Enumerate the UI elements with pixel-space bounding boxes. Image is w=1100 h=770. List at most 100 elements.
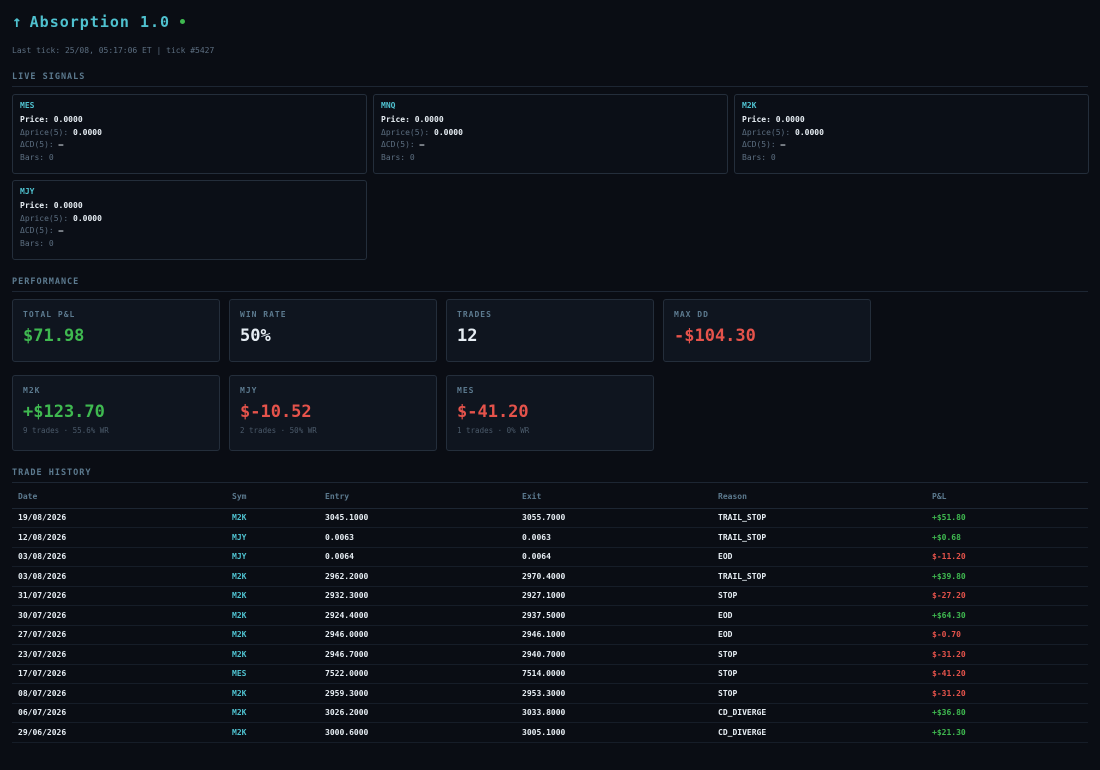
trades-label: TRADES <box>457 310 492 319</box>
cell-date: 31/07/2026 <box>12 586 226 606</box>
cell-pnl: +$21.30 <box>926 722 1088 743</box>
cell-sym: M2K <box>226 644 319 665</box>
cell-reason: EOD <box>712 625 926 645</box>
cell-exit: 0.0063 <box>516 527 712 548</box>
signal-dprice-row: Δprice(5): 0.0000 <box>20 127 102 137</box>
signal-symbol: MES <box>20 101 35 110</box>
column-header-sym: Sym <box>226 489 319 509</box>
cell-pnl: +$39.80 <box>926 566 1088 587</box>
table-row: 29/06/2026 M2K 3000.6000 3005.1000 CD_DIVERG… <box>12 722 1088 743</box>
cell-sym: M2K <box>226 508 319 528</box>
column-header-reason: Reason <box>712 489 926 509</box>
cell-exit: 2940.7000 <box>516 644 712 665</box>
symbol-pnl-value: +$123.70 <box>23 402 105 422</box>
table-row: 30/07/2026 M2K 2924.4000 2937.5000 EOD +$64.3… <box>12 605 1088 626</box>
cell-reason: TRAIL_STOP <box>712 566 926 587</box>
signal-price-row: Price: 0.0000 <box>381 115 444 124</box>
cell-reason: TRAIL_STOP <box>712 527 926 548</box>
cell-exit: 2953.3000 <box>516 683 712 704</box>
trades-card: TRADES 12 <box>446 299 654 362</box>
table-row: 06/07/2026 M2K 3026.2000 3033.8000 CD_DIVERG… <box>12 703 1088 723</box>
table-row: 23/07/2026 M2K 2946.7000 2940.7000 STOP $-31.… <box>12 644 1088 665</box>
cell-entry: 2962.2000 <box>319 566 516 587</box>
cell-date: 27/07/2026 <box>12 625 226 645</box>
header: ↑ Absorption 1.0 <box>12 12 186 31</box>
symbol-stats: 9 trades · 55.6% WR <box>23 426 109 435</box>
cell-date: 03/08/2026 <box>12 566 226 587</box>
signal-dcd-row: ΔCD(5): — <box>381 140 425 149</box>
column-header-date: Date <box>12 489 226 509</box>
table-row: 03/08/2026 MJY 0.0064 0.0064 EOD $-11.20 <box>12 547 1088 567</box>
status-dot-icon <box>180 19 186 24</box>
symbol-pnl-value: $-41.20 <box>457 402 529 422</box>
signal-dprice-row: Δprice(5): 0.0000 <box>20 213 102 223</box>
cell-entry: 2946.7000 <box>319 644 516 665</box>
table-header-row: Date Sym Entry Exit Reason P&L <box>12 489 1088 509</box>
signal-symbol: M2K <box>742 101 757 110</box>
cell-exit: 2970.4000 <box>516 566 712 587</box>
signal-card-m2k: M2K Price: 0.0000 Δprice(5): 0.0000 ΔCD(… <box>734 94 1089 174</box>
last-tick-text: Last tick: 25/08, 05:17:06 ET | tick #54… <box>12 46 215 55</box>
signal-bars-row: Bars: 0 <box>20 152 54 162</box>
cell-pnl: $-31.20 <box>926 683 1088 704</box>
column-header-entry: Entry <box>319 489 516 509</box>
signal-bars-row: Bars: 0 <box>742 152 776 162</box>
column-header-pnl: P&L <box>926 489 1088 509</box>
max-dd-card: MAX DD -$104.30 <box>663 299 871 362</box>
signal-dcd-row: ΔCD(5): — <box>742 140 786 149</box>
symbol-pnl-value: $-10.52 <box>240 402 312 422</box>
cell-date: 23/07/2026 <box>12 644 226 665</box>
signal-dcd-row: ΔCD(5): — <box>20 226 64 235</box>
cell-date: 03/08/2026 <box>12 547 226 567</box>
signal-price-row: Price: 0.0000 <box>20 201 83 210</box>
signal-dcd-row: ΔCD(5): — <box>20 140 64 149</box>
cell-exit: 2927.1000 <box>516 586 712 606</box>
cell-sym: M2K <box>226 703 319 723</box>
trades-value: 12 <box>457 326 478 346</box>
cell-pnl: +$36.80 <box>926 703 1088 723</box>
cell-entry: 3026.2000 <box>319 703 516 723</box>
cell-entry: 2959.3000 <box>319 683 516 704</box>
cell-date: 19/08/2026 <box>12 508 226 528</box>
cell-pnl: $-31.20 <box>926 644 1088 665</box>
symbol-card-m2k: M2K +$123.70 9 trades · 55.6% WR <box>12 375 220 451</box>
table-row: 19/08/2026 M2K 3045.1000 3055.7000 TRAIL_STO… <box>12 508 1088 528</box>
table-row: 17/07/2026 MES 7522.0000 7514.0000 STOP $-41.… <box>12 664 1088 684</box>
max-dd-label: MAX DD <box>674 310 709 319</box>
cell-sym: M2K <box>226 566 319 587</box>
table-row: 31/07/2026 M2K 2932.3000 2927.1000 STOP $-27.… <box>12 586 1088 606</box>
cell-entry: 2932.3000 <box>319 586 516 606</box>
cell-exit: 3033.8000 <box>516 703 712 723</box>
table-row: 12/08/2026 MJY 0.0063 0.0063 TRAIL_STOP +$0.6… <box>12 527 1088 548</box>
cell-entry: 0.0064 <box>319 547 516 567</box>
total-pnl-card: TOTAL P&L $71.98 <box>12 299 220 362</box>
cell-pnl: $-41.20 <box>926 664 1088 684</box>
table-row: 08/07/2026 M2K 2959.3000 2953.3000 STOP $-31.… <box>12 683 1088 704</box>
symbol-stats: 2 trades · 50% WR <box>240 426 317 435</box>
symbol-stats: 1 trades · 0% WR <box>457 426 530 435</box>
signal-symbol: MNQ <box>381 101 396 110</box>
performance-heading: PERFORMANCE <box>12 277 1088 292</box>
cell-reason: EOD <box>712 547 926 567</box>
cell-date: 12/08/2026 <box>12 527 226 548</box>
table-row: 03/08/2026 M2K 2962.2000 2970.4000 TRAIL_STO… <box>12 566 1088 587</box>
signal-card-mes: MES Price: 0.0000 Δprice(5): 0.0000 ΔCD(… <box>12 94 367 174</box>
signal-symbol: MJY <box>20 187 35 196</box>
cell-entry: 3000.6000 <box>319 722 516 743</box>
cell-sym: M2K <box>226 722 319 743</box>
cell-sym: MJY <box>226 547 319 567</box>
cell-sym: M2K <box>226 625 319 645</box>
signal-bars-row: Bars: 0 <box>381 152 415 162</box>
cell-exit: 0.0064 <box>516 547 712 567</box>
cell-entry: 2946.0000 <box>319 625 516 645</box>
cell-pnl: $-0.70 <box>926 625 1088 645</box>
column-header-exit: Exit <box>516 489 712 509</box>
cell-date: 17/07/2026 <box>12 664 226 684</box>
symbol-card-mes: MES $-41.20 1 trades · 0% WR <box>446 375 654 451</box>
cell-reason: STOP <box>712 664 926 684</box>
table-row: 27/07/2026 M2K 2946.0000 2946.1000 EOD $-0.70 <box>12 625 1088 645</box>
cell-pnl: $-11.20 <box>926 547 1088 567</box>
cell-reason: TRAIL_STOP <box>712 508 926 528</box>
cell-entry: 7522.0000 <box>319 664 516 684</box>
trade-history-heading: TRADE HISTORY <box>12 468 1088 483</box>
